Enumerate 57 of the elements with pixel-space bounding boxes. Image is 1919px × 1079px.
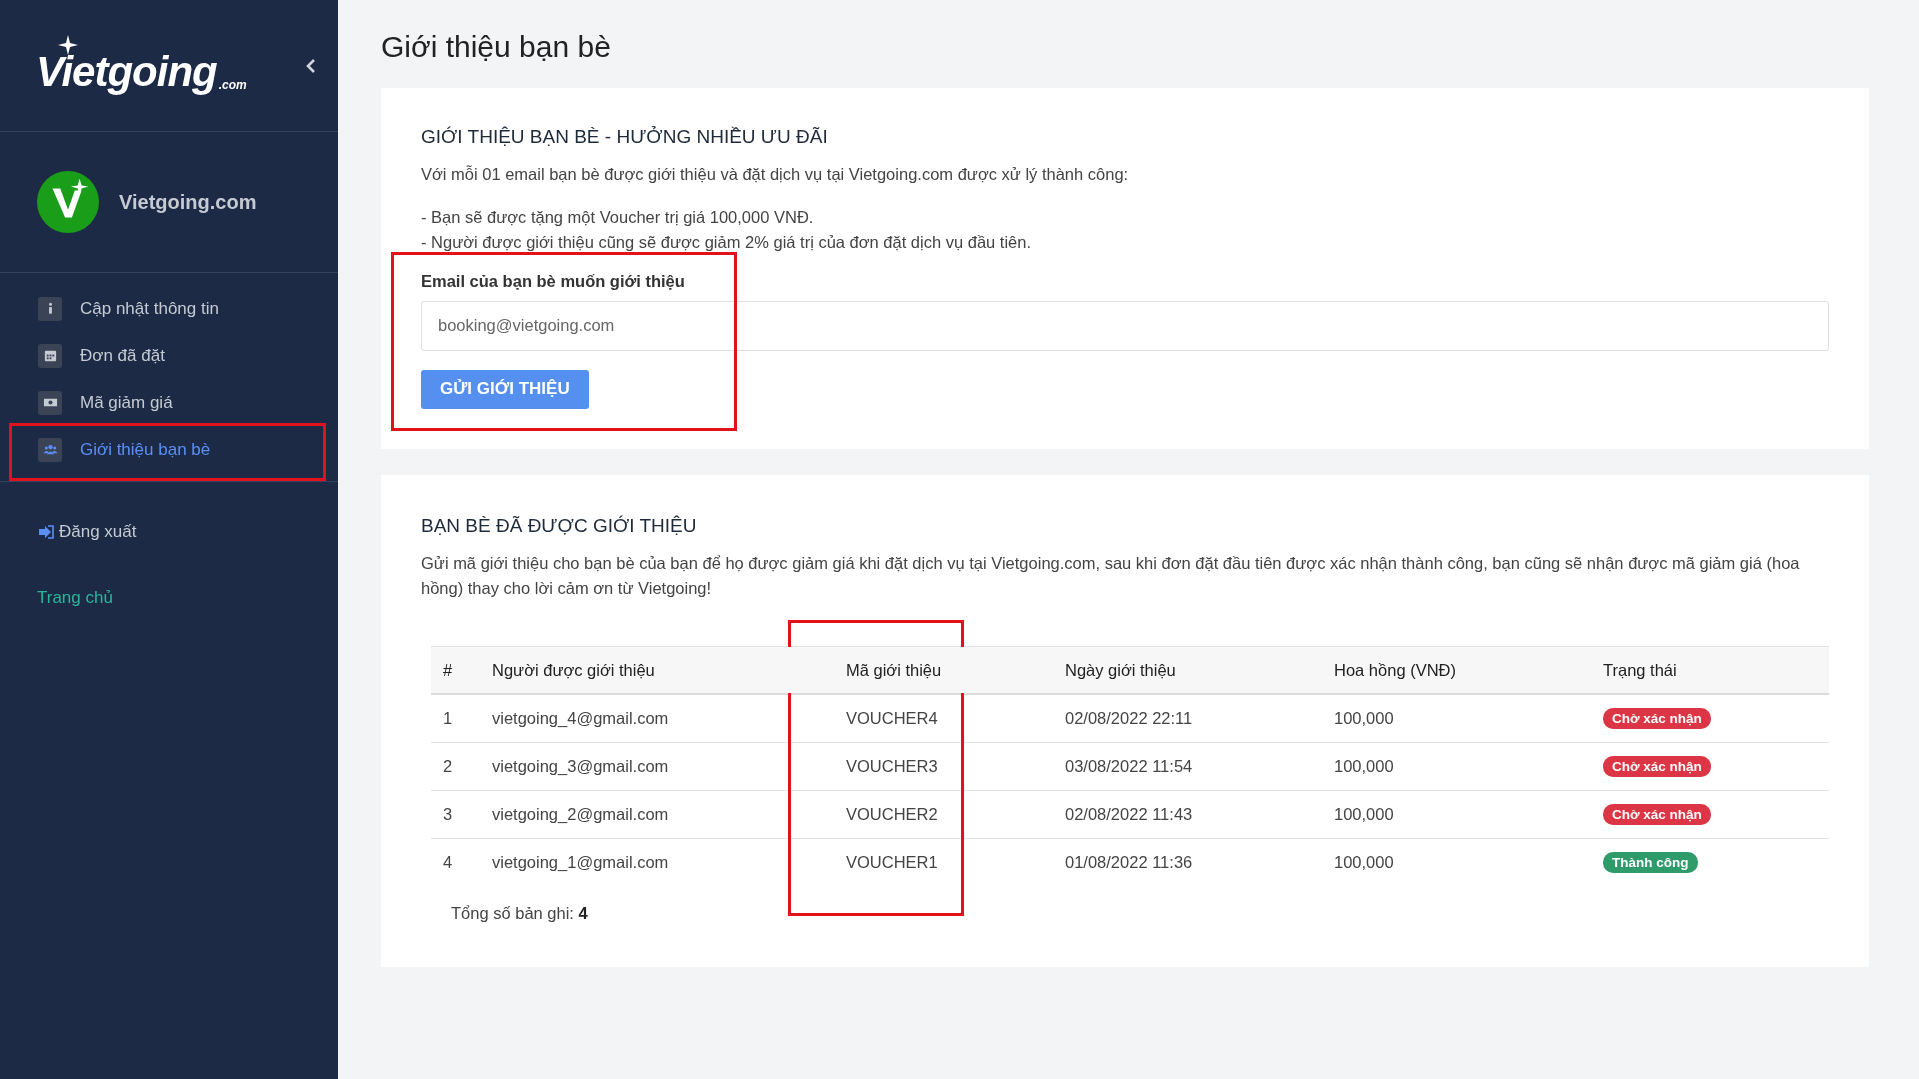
table-cell: vietgoing_1@gmail.com <box>480 838 834 887</box>
column-header: Mã giới thiệu <box>834 646 1053 695</box>
column-header: # <box>431 646 480 695</box>
status-badge: Thành công <box>1603 852 1698 874</box>
logout-icon <box>38 525 54 539</box>
sidebar-item[interactable]: Đơn đã đặt <box>0 332 338 379</box>
benefit-text: - Bạn sẽ được tặng một Voucher trị giá 100,000 VNĐ. <box>421 206 815 228</box>
info-icon <box>38 296 62 321</box>
table-cell: VOUCHER2 <box>834 790 1053 839</box>
users-icon <box>38 437 62 462</box>
status-badge: Chờ xác nhận <box>1603 756 1711 778</box>
star-icon <box>58 34 78 55</box>
page-title: Giới thiệu bạn bè <box>381 30 612 64</box>
status-badge: Chờ xác nhận <box>1603 708 1711 730</box>
table-cell: 2 <box>431 742 480 791</box>
collapse-chevron-icon[interactable] <box>306 57 316 74</box>
section-heading: BẠN BÈ ĐÃ ĐƯỢC GIỚI THIỆU <box>421 514 698 537</box>
column-header: Người được giới thiệu <box>480 646 834 695</box>
section-heading: GIỚI THIỆU BẠN BÈ - HƯỞNG NHIỀU ƯU ĐÃI <box>421 126 829 148</box>
total-label: Tổng số bản ghi: <box>451 904 574 923</box>
sidebar-item[interactable]: Cập nhật thông tin <box>0 285 338 332</box>
table-cell: 1 <box>431 694 480 743</box>
logout-link[interactable]: Đăng xuất <box>38 522 137 542</box>
table-cell: vietgoing_2@gmail.com <box>480 790 834 839</box>
intro-text: Với mỗi 01 email bạn bè được giới thiệu và đặt dịch vụ tại Vietgoing.com được xử lý thành công: <box>421 164 1130 185</box>
table-cell: vietgoing_3@gmail.com <box>480 742 834 791</box>
money-icon <box>38 390 62 415</box>
table-cell: 02/08/2022 22:11 <box>1053 694 1322 743</box>
table-cell: VOUCHER3 <box>834 742 1053 791</box>
table-cell: 100,000 <box>1322 742 1591 791</box>
table-cell: VOUCHER4 <box>834 694 1053 743</box>
table-cell: 02/08/2022 11:43 <box>1053 790 1322 839</box>
profile-name: Vietgoing.com <box>119 190 257 214</box>
home-link[interactable]: Trang chủ <box>37 588 113 608</box>
email-input[interactable]: booking@vietgoing.com <box>421 300 1829 351</box>
column-header: Ngày giới thiệu <box>1053 646 1322 695</box>
table-cell: 03/08/2022 11:54 <box>1053 742 1322 791</box>
table-cell: vietgoing_4@gmail.com <box>480 694 834 743</box>
table-cell: 3 <box>431 790 480 839</box>
description-text: Gửi mã giới thiệu cho bạn bè của bạn để họ được giảm giá khi đặt dịch vụ tại Vietgoing.com, sau khi đơn đặt đầu tiên được xác nhận thành công, bạn cũng sẽ nhận được mã giảm giá (hoa hồng) thay cho lời cảm ơn từ Vietgoing! <box>421 552 1801 599</box>
sidebar-item[interactable]: Mã giảm giá <box>0 379 338 426</box>
avatar-logo-icon <box>37 171 99 233</box>
email-label: Email của bạn bè muốn giới thiệu <box>421 271 686 291</box>
table-cell: VOUCHER1 <box>834 838 1053 887</box>
total-value: 4 <box>578 904 588 923</box>
table-cell: 01/08/2022 11:36 <box>1053 838 1322 887</box>
table-cell: 100,000 <box>1322 694 1591 743</box>
status-badge: Chờ xác nhận <box>1603 804 1711 826</box>
table-cell: 4 <box>431 838 480 887</box>
sidebar-item[interactable]: Giới thiệu bạn bè <box>0 426 338 473</box>
table-cell: 100,000 <box>1322 838 1591 887</box>
vietgoing-logo[interactable]: Vietgoing.com <box>36 34 253 97</box>
benefit-text: - Người được giới thiệu cũng sẽ được giảm 2% giá trị của đơn đặt dịch vụ đầu tiên. <box>421 232 1033 254</box>
column-header: Trạng thái <box>1591 646 1829 695</box>
table-cell: 100,000 <box>1322 790 1591 839</box>
column-header: Hoa hồng (VNĐ) <box>1322 646 1591 695</box>
calendar-icon <box>38 343 62 368</box>
